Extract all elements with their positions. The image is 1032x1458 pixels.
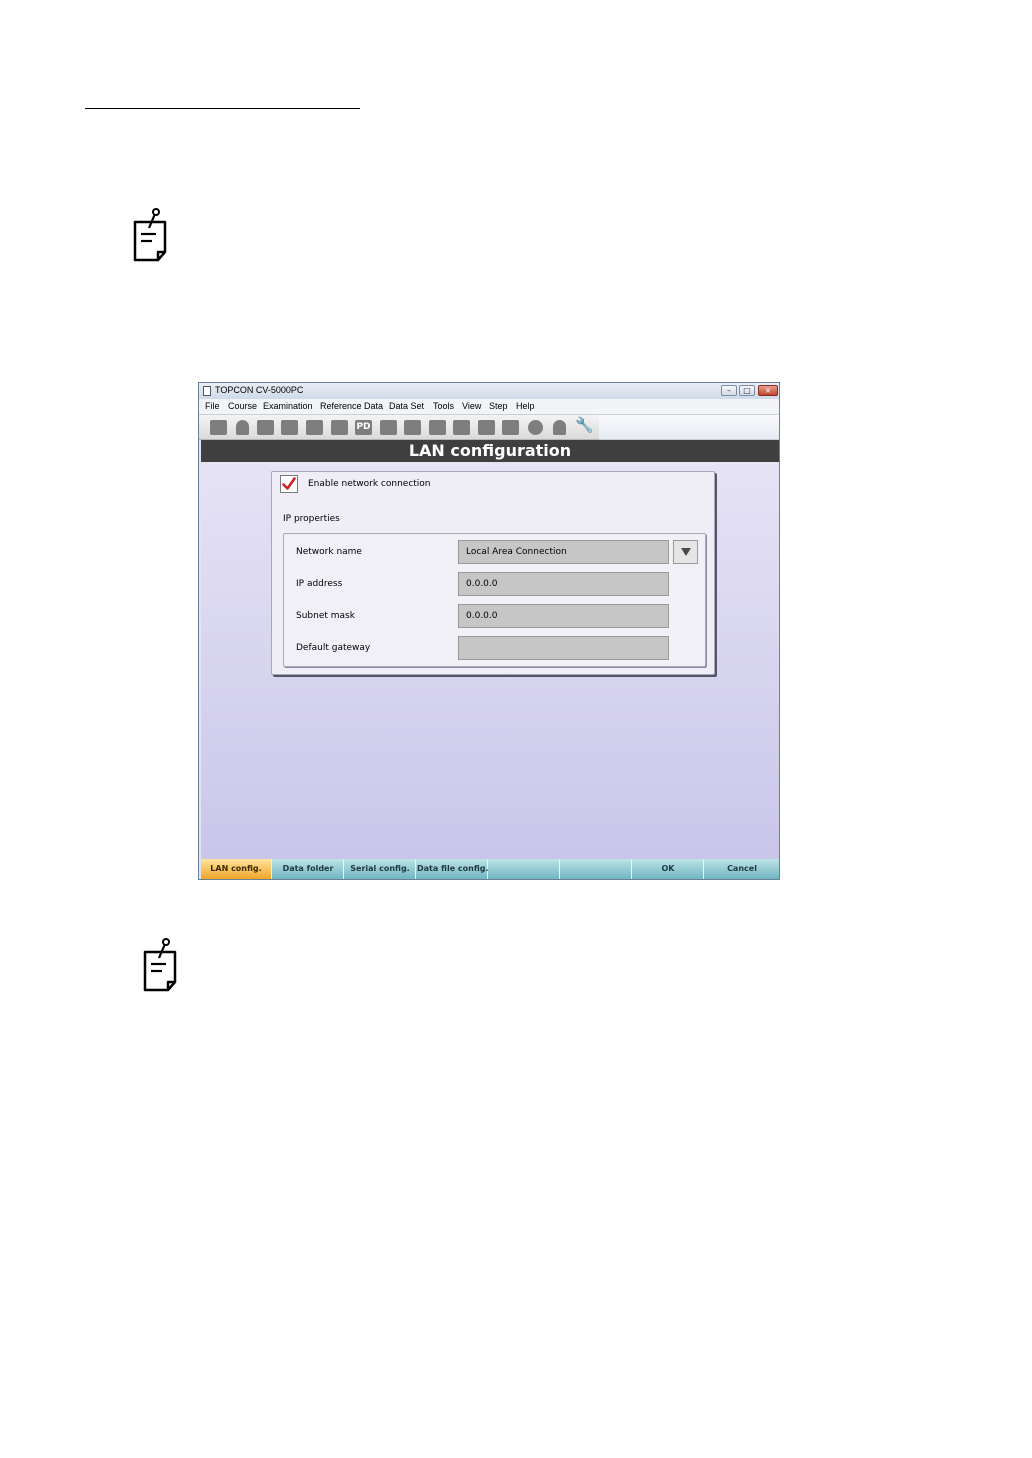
speech-icon[interactable] (453, 420, 470, 435)
person-icon[interactable] (553, 420, 566, 435)
subnet-mask-field[interactable]: 0.0.0.0 (458, 604, 669, 628)
section-rule (85, 108, 360, 109)
page-title: LAN configuration (201, 440, 779, 462)
minimize-button[interactable]: – (721, 385, 737, 396)
network-name-field[interactable]: Local Area Connection (458, 540, 669, 564)
lan-panel: Enable network connection IP properties … (271, 471, 715, 675)
network-name-label: Network name (296, 547, 362, 557)
title-bar: TOPCON CV-5000PC – □ × (199, 383, 779, 399)
subnet-mask-label: Subnet mask (296, 611, 355, 621)
checkmark-icon (282, 477, 296, 490)
cancel-button[interactable]: Cancel (705, 859, 779, 879)
ip-properties-group: Network name Local Area Connection IP ad… (283, 533, 706, 667)
menu-tools[interactable]: Tools (433, 401, 454, 411)
wrench-icon[interactable]: 🔧 (575, 418, 594, 433)
network-dropdown-button[interactable] (673, 540, 698, 564)
close-button[interactable]: × (758, 385, 778, 396)
square-icon[interactable] (380, 420, 397, 435)
lens-icon[interactable] (257, 420, 274, 435)
menu-data-set[interactable]: Data Set (389, 401, 424, 411)
dropdown-arrow-icon (680, 548, 691, 556)
default-gateway-label: Default gateway (296, 643, 371, 653)
menu-bar: File Course Examination Reference Data D… (199, 399, 779, 415)
menu-course[interactable]: Course (228, 401, 257, 411)
ip-address-field[interactable]: 0.0.0.0 (458, 572, 669, 596)
tab-data-file-config[interactable]: Data file config. (417, 859, 489, 879)
menu-examination[interactable]: Examination (263, 401, 313, 411)
menu-reference-data[interactable]: Reference Data (320, 401, 383, 411)
ip-address-label: IP address (296, 579, 343, 589)
pc-icon[interactable] (429, 420, 446, 435)
menu-step[interactable]: Step (489, 401, 508, 411)
tab-empty-2[interactable] (561, 859, 632, 879)
maximize-button[interactable]: □ (739, 385, 755, 396)
app-window: TOPCON CV-5000PC – □ × File Course Exami… (198, 382, 780, 880)
book-icon[interactable] (502, 420, 519, 435)
window-title: TOPCON CV-5000PC (215, 385, 304, 395)
card-icon[interactable] (331, 420, 348, 435)
patient-icon[interactable] (236, 420, 249, 435)
lens-pair-icon[interactable] (281, 420, 298, 435)
bottom-tab-bar: LAN config. Data folder Serial config. D… (201, 859, 779, 879)
tab-lan-config[interactable]: LAN config. (201, 859, 272, 879)
keyboard-icon[interactable] (306, 420, 323, 435)
menu-file[interactable]: File (205, 401, 220, 411)
tab-serial-config[interactable]: Serial config. (345, 859, 416, 879)
ip-properties-label: IP properties (283, 514, 340, 524)
toolbar-spacer (599, 415, 779, 440)
note-icon (142, 938, 182, 994)
menu-view[interactable]: View (462, 401, 481, 411)
tab-empty-1[interactable] (489, 859, 560, 879)
monitor-icon[interactable] (478, 420, 495, 435)
pd-icon[interactable]: PD (355, 420, 372, 435)
tab-data-folder[interactable]: Data folder (273, 859, 344, 879)
toolbar: PD 🔧 (199, 415, 599, 440)
default-gateway-field[interactable] (458, 636, 669, 660)
circle-icon[interactable] (528, 420, 543, 435)
enable-network-checkbox[interactable] (280, 475, 298, 493)
ok-button[interactable]: OK (633, 859, 704, 879)
chart-icon[interactable] (404, 420, 421, 435)
app-icon (203, 386, 211, 396)
menu-help[interactable]: Help (516, 401, 535, 411)
note-icon (132, 208, 172, 264)
enable-network-label: Enable network connection (308, 479, 431, 489)
content-area: Enable network connection IP properties … (201, 463, 779, 859)
open-icon[interactable] (210, 420, 227, 435)
